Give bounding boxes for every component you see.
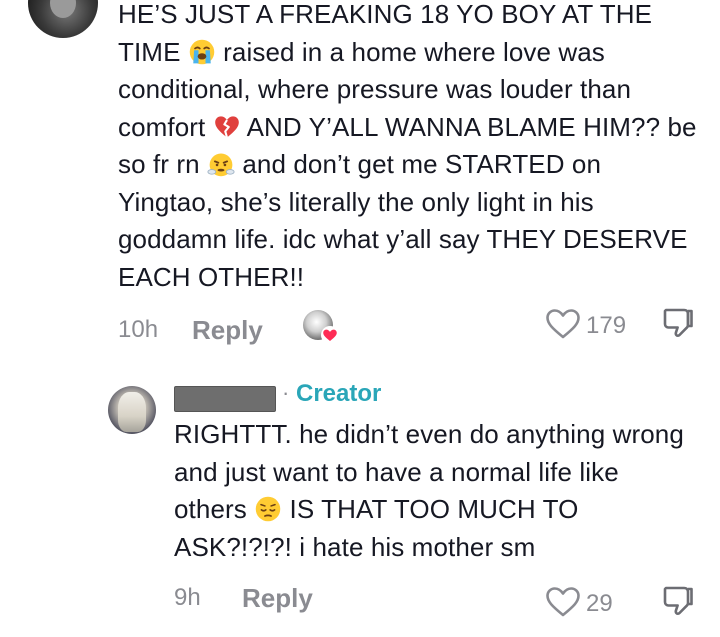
face-with-steam-emoji	[207, 153, 235, 177]
heart-outline-icon[interactable]	[545, 586, 581, 618]
loudly-crying-face-emoji	[189, 39, 215, 64]
thumbs-down-icon[interactable]	[662, 585, 694, 621]
liked-by-creator-icon	[303, 310, 339, 344]
redacted-username	[174, 386, 276, 412]
comment-timestamp: 10h	[118, 316, 159, 343]
name-separator: ·	[282, 380, 290, 405]
commenter-avatar[interactable]	[28, 0, 98, 38]
pensive-face-emoji	[255, 496, 281, 522]
heart-outline-icon[interactable]	[545, 308, 581, 340]
avatar-hair	[118, 392, 146, 432]
comment-like-count: 179	[586, 312, 627, 339]
reply-text: RIGHTTT. he didn’t even do anything wron…	[174, 416, 694, 566]
heart-badge-icon	[321, 326, 339, 344]
comment-reply-button[interactable]: Reply	[192, 315, 263, 346]
reply-like-count: 29	[586, 590, 613, 617]
reply-timestamp: 9h	[174, 584, 201, 611]
creator-badge: Creator	[296, 380, 382, 407]
reply-reply-button[interactable]: Reply	[242, 583, 313, 614]
comment-text: HE’S JUST A FREAKING 18 YO BOY AT THE TI…	[118, 0, 698, 296]
creator-avatar[interactable]	[108, 386, 156, 434]
thumbs-down-icon[interactable]	[662, 307, 694, 343]
avatar-face	[50, 0, 76, 18]
broken-heart-emoji	[214, 115, 239, 138]
